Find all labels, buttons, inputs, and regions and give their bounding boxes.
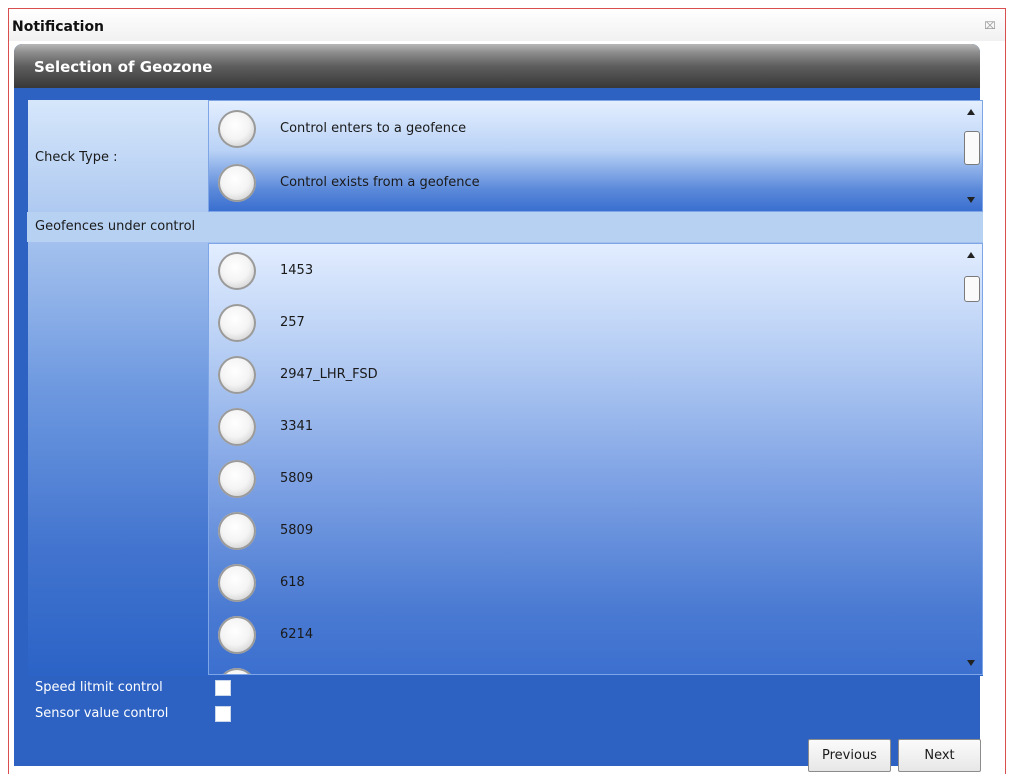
scroll-down-arrow-icon[interactable] [967,660,975,666]
radio-icon[interactable] [218,668,256,674]
check-type-label: Check Type : [35,150,118,165]
radio-icon[interactable] [218,252,256,290]
geofence-label: 2947_LHR_FSD [280,367,378,382]
radio-icon[interactable] [218,616,256,654]
next-button[interactable]: Next [898,739,981,772]
geofence-item[interactable]: 6214 [209,609,949,661]
geofence-label: 3341 [280,419,314,434]
sensor-value-checkbox[interactable] [215,706,231,722]
geofence-item-partial[interactable] [209,661,949,674]
geofence-label: 5809 [280,523,314,538]
scroll-down-arrow-icon[interactable] [967,197,975,203]
geofences-header-bar: Geofences under control [27,212,983,242]
check-type-option-enter[interactable]: Control enters to a geofence [209,103,949,155]
radio-icon[interactable] [218,564,256,602]
speed-limit-checkbox[interactable] [215,680,231,696]
sensor-value-label: Sensor value control [35,706,169,721]
radio-icon[interactable] [218,110,256,148]
geofences-list: 1453 257 2947_LHR_FSD 3341 5809 5809 618… [208,243,983,675]
geofence-label: 257 [280,315,305,330]
speed-limit-label: Speed litmit control [35,680,163,695]
panel-header: Selection of Geozone [14,44,980,88]
geofence-label: 5809 [280,471,314,486]
scroll-thumb[interactable] [964,276,980,302]
check-type-option-exit[interactable]: Control exists from a geofence [209,157,949,209]
geofence-item[interactable]: 618 [209,557,949,609]
geofence-item[interactable]: 3341 [209,401,949,453]
scroll-up-arrow-icon[interactable] [967,109,975,115]
radio-icon[interactable] [218,356,256,394]
option-label: Control exists from a geofence [280,175,480,190]
radio-icon[interactable] [218,164,256,202]
geofence-label: 6214 [280,627,314,642]
geofence-item[interactable]: 257 [209,297,949,349]
radio-icon[interactable] [218,512,256,550]
check-type-list: Control enters to a geofence Control exi… [208,100,983,212]
title-bar: Notification ⌧ [9,9,1005,41]
geofence-item[interactable]: 2947_LHR_FSD [209,349,949,401]
geofences-scrollbar[interactable] [962,244,982,674]
geofences-label: Geofences under control [35,219,196,234]
geofence-label: 618 [280,575,305,590]
window-title: Notification [12,19,105,35]
radio-icon[interactable] [218,304,256,342]
scroll-thumb[interactable] [964,131,980,165]
geofence-item[interactable]: 1453 [209,245,949,297]
radio-icon[interactable] [218,460,256,498]
check-type-scrollbar[interactable] [962,101,982,211]
geofence-item[interactable]: 5809 [209,505,949,557]
option-label: Control enters to a geofence [280,121,467,136]
geofence-label: 1453 [280,263,314,278]
previous-button[interactable]: Previous [808,739,891,772]
close-icon[interactable]: ⌧ [984,21,996,33]
geofence-item[interactable]: 5809 [209,453,949,505]
radio-icon[interactable] [218,408,256,446]
panel-title: Selection of Geozone [34,58,213,76]
scroll-up-arrow-icon[interactable] [967,252,975,258]
